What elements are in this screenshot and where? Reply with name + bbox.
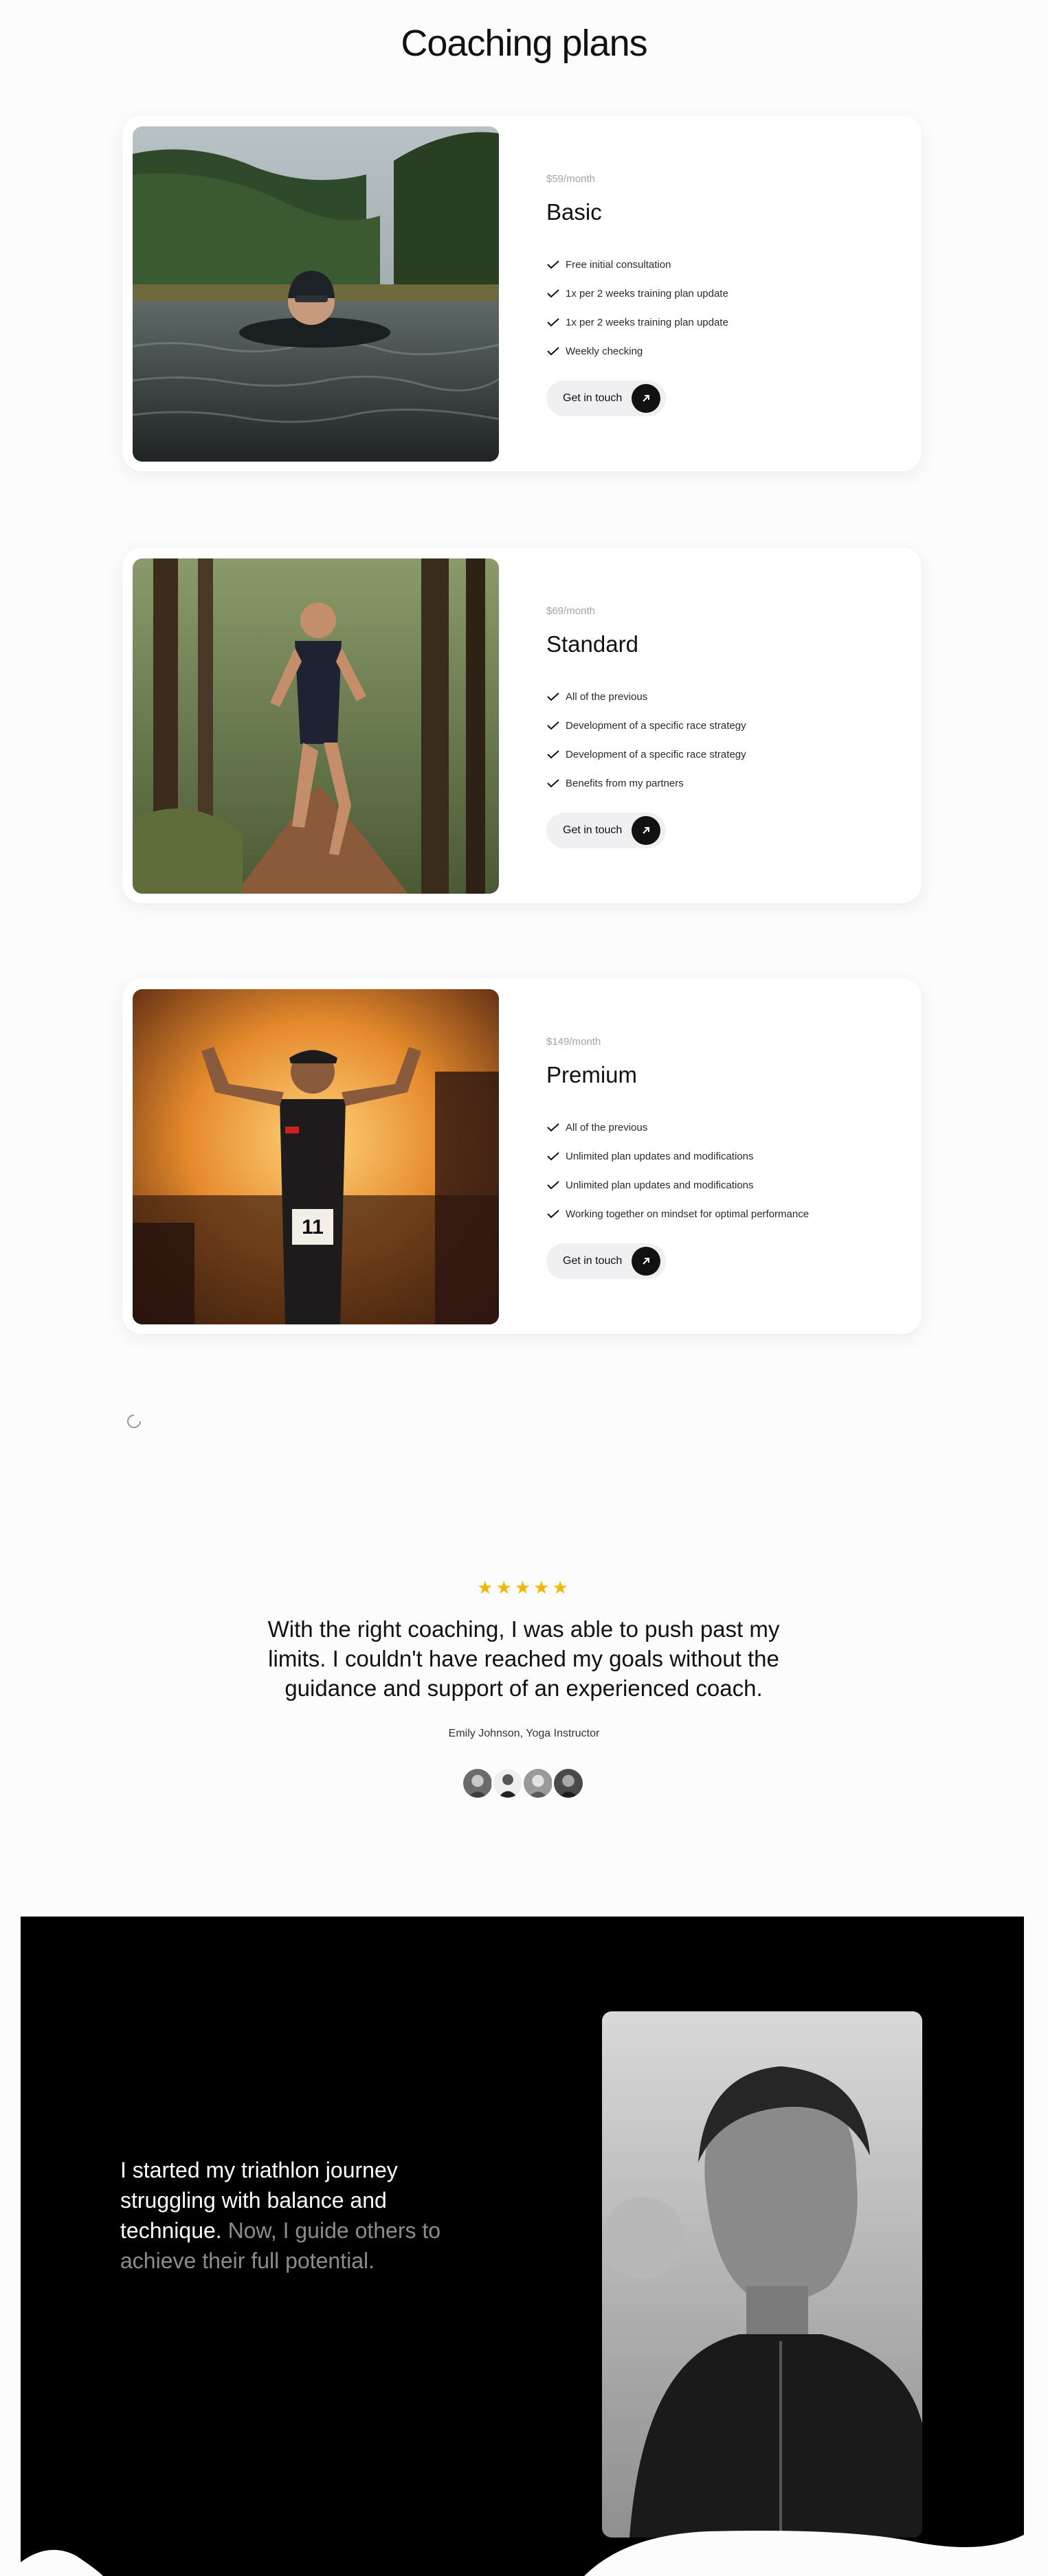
plan-card-standard: $69/month Standard All of the previous D…	[122, 547, 922, 903]
check-icon	[547, 318, 559, 327]
feature-item: Unlimited plan updates and modifications	[546, 1142, 809, 1171]
get-in-touch-button[interactable]: Get in touch	[546, 381, 667, 416]
feature-list: All of the previous Development of a spe…	[546, 682, 746, 798]
check-icon	[547, 347, 559, 356]
feature-label: All of the previous	[566, 690, 648, 703]
check-icon	[547, 750, 559, 759]
plan-name: Standard	[546, 631, 638, 657]
check-icon	[547, 1181, 559, 1190]
feature-item: Development of a specific race strategy	[546, 740, 746, 769]
feature-list: All of the previous Unlimited plan updat…	[546, 1113, 809, 1228]
loader-icon	[127, 1414, 141, 1428]
get-in-touch-button[interactable]: Get in touch	[546, 1243, 667, 1279]
cta-label: Get in touch	[563, 392, 623, 404]
plan-card-premium: 11 $149/month Premium All of the previou…	[122, 978, 922, 1334]
plan-details: $149/month Premium All of the previous U…	[546, 978, 904, 1334]
avatar	[551, 1767, 585, 1800]
story-text: I started my triathlon journey strugglin…	[120, 2155, 478, 2276]
arrow-up-right-icon	[632, 816, 661, 845]
story-photo-athlete	[602, 2011, 922, 2538]
plan-details: $69/month Standard All of the previous D…	[546, 547, 904, 903]
feature-label: Working together on mindset for optimal …	[566, 1208, 810, 1220]
avatar	[460, 1767, 494, 1800]
feature-label: Development of a specific race strategy	[566, 719, 746, 732]
plan-details: $59/month Basic Free initial consultatio…	[546, 115, 904, 471]
feature-item: Benefits from my partners	[546, 769, 746, 798]
plan-photo-finisher: 11	[133, 989, 499, 1324]
check-icon	[547, 1210, 559, 1219]
testimonial-quote: With the right coaching, I was able to p…	[267, 1616, 780, 1701]
feature-label: Unlimited plan updates and modifications	[566, 1150, 754, 1162]
arrow-up-right-icon	[632, 384, 661, 413]
feature-item: Free initial consultation	[546, 250, 728, 279]
plan-price: $59/month	[546, 173, 595, 185]
feature-label: Free initial consultation	[566, 258, 671, 271]
star-rating: ★★★★★	[477, 1577, 571, 1598]
page-title: Coaching plans	[401, 23, 647, 64]
wave-divider	[21, 2531, 1024, 2576]
feature-item: Working together on mindset for optimal …	[546, 1199, 809, 1228]
feature-item: All of the previous	[546, 682, 746, 711]
svg-text:11: 11	[302, 1216, 324, 1239]
feature-label: Development of a specific race strategy	[566, 748, 746, 760]
cta-label: Get in touch	[563, 1255, 623, 1267]
feature-label: Benefits from my partners	[566, 777, 684, 789]
plan-price: $149/month	[546, 1036, 601, 1048]
story-section: I started my triathlon journey strugglin…	[21, 1917, 1024, 2576]
feature-label: 1x per 2 weeks training plan update	[566, 316, 728, 328]
plan-photo-swimmer	[133, 126, 499, 462]
check-icon	[547, 692, 559, 701]
feature-label: Unlimited plan updates and modifications	[566, 1179, 754, 1191]
check-icon	[547, 721, 559, 730]
feature-item: 1x per 2 weeks training plan update	[546, 308, 728, 337]
plan-name: Basic	[546, 199, 602, 225]
cta-label: Get in touch	[563, 824, 623, 836]
check-icon	[547, 289, 559, 298]
feature-label: Weekly checking	[566, 345, 643, 357]
feature-item: Development of a specific race strategy	[546, 711, 746, 740]
avatar-group	[0, 1767, 1048, 1800]
avatar	[491, 1767, 524, 1800]
get-in-touch-button[interactable]: Get in touch	[546, 813, 667, 848]
avatar	[521, 1767, 555, 1800]
arrow-up-right-icon	[632, 1247, 661, 1276]
feature-label: 1x per 2 weeks training plan update	[566, 287, 728, 300]
plan-photo-runner	[133, 558, 499, 894]
check-icon	[547, 1152, 559, 1161]
feature-list: Free initial consultation 1x per 2 weeks…	[546, 250, 728, 365]
plan-card-basic: $59/month Basic Free initial consultatio…	[122, 115, 922, 471]
check-icon	[547, 260, 559, 269]
feature-item: 1x per 2 weeks training plan update	[546, 279, 728, 308]
feature-item: All of the previous	[546, 1113, 809, 1142]
check-icon	[547, 779, 559, 788]
feature-item: Unlimited plan updates and modifications	[546, 1171, 809, 1199]
plan-name: Premium	[546, 1062, 638, 1087]
testimonial-author: Emily Johnson, Yoga Instructor	[448, 1728, 600, 1739]
check-icon	[547, 1123, 559, 1132]
feature-item: Weekly checking	[546, 337, 728, 365]
feature-label: All of the previous	[566, 1121, 648, 1133]
plan-price: $69/month	[546, 605, 595, 617]
